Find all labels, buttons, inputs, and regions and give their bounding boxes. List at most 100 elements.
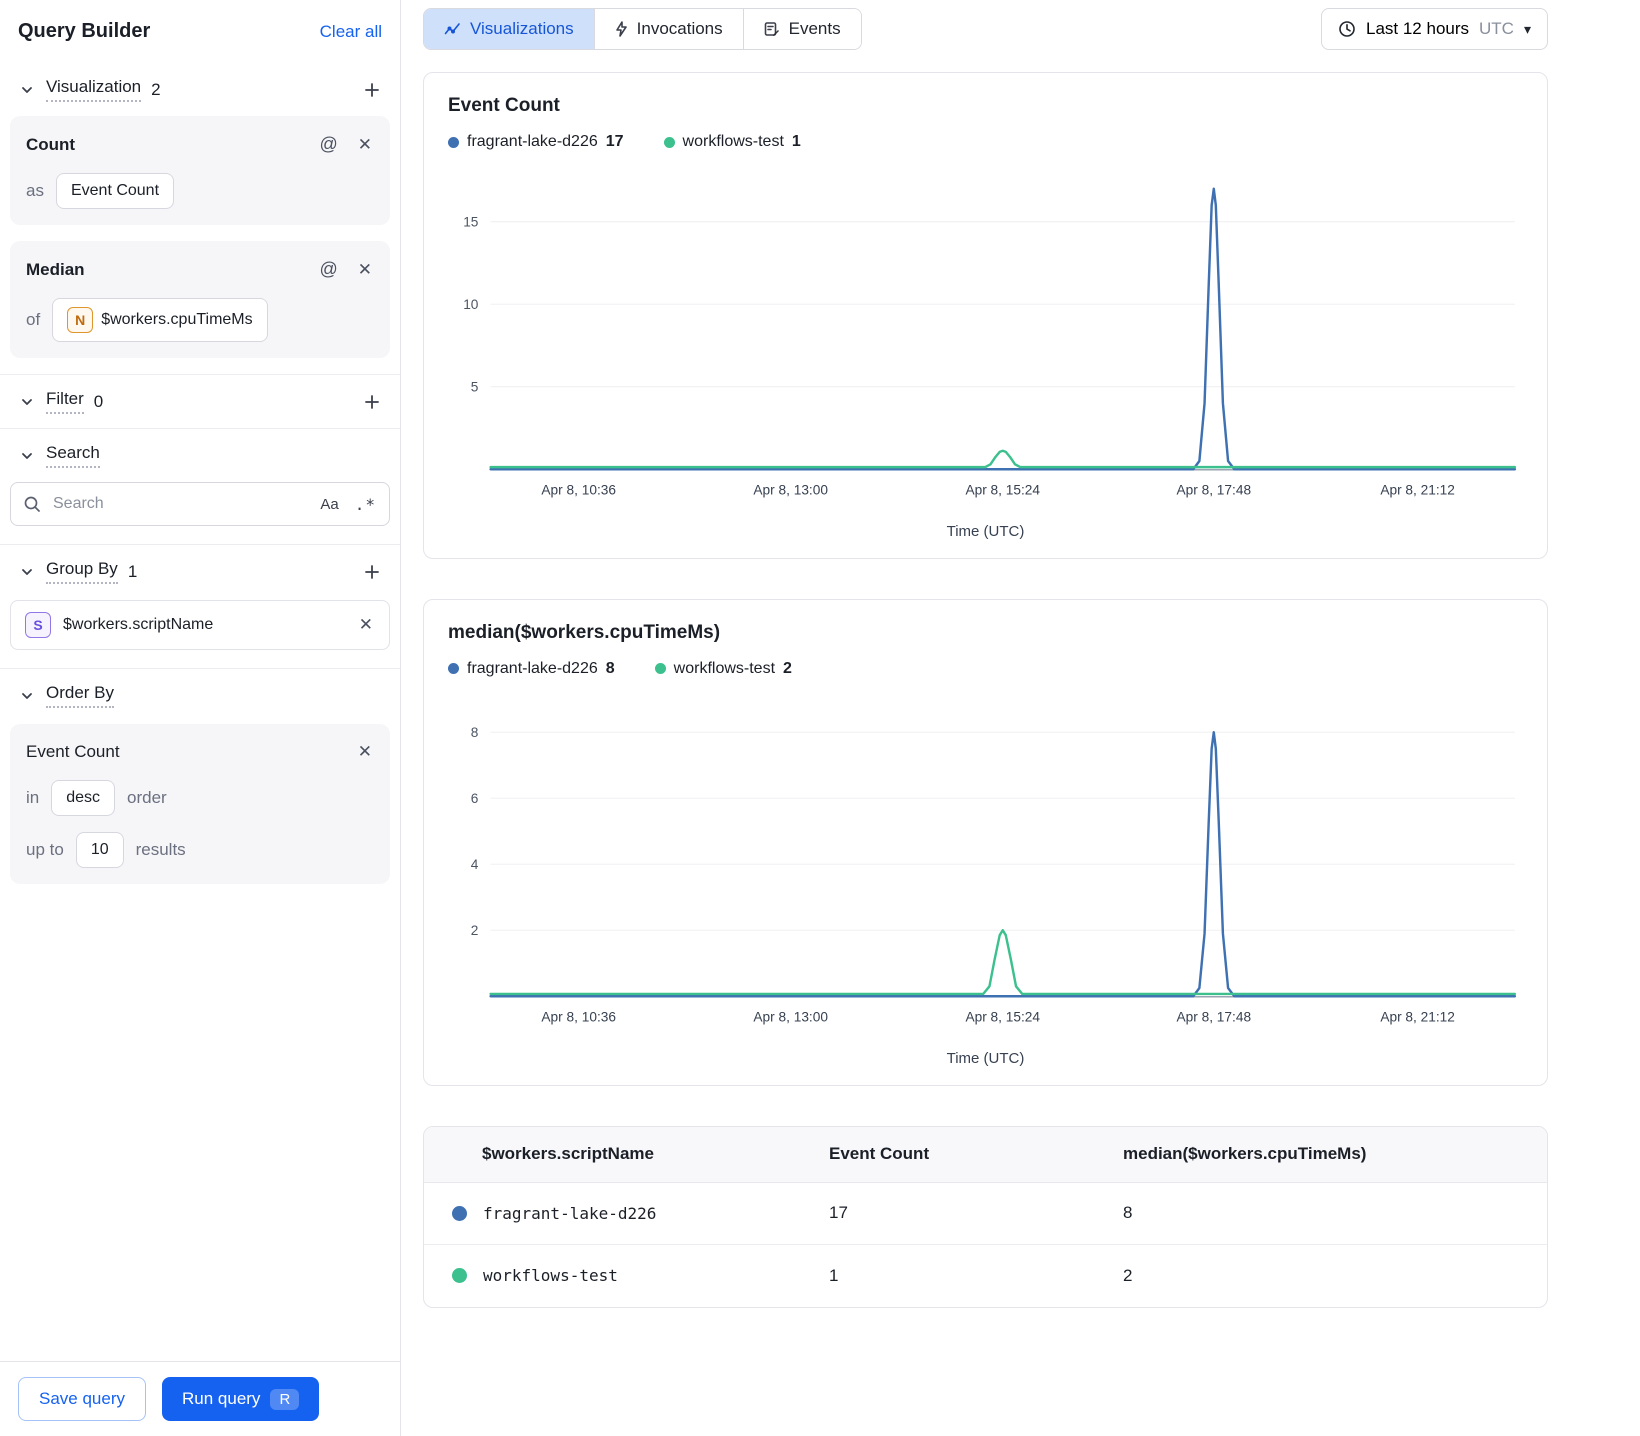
chevron-down-icon[interactable] <box>18 687 36 705</box>
chart-legend: fragrant-lake-d226 8 workflows-test 2 <box>448 660 1523 678</box>
search-section-label: Search <box>46 443 100 468</box>
series-dot <box>448 136 459 148</box>
tab-label: Visualizations <box>470 19 574 38</box>
chart-icon <box>444 22 460 34</box>
view-tabs: Visualizations Invocations Events <box>423 8 862 50</box>
chevron-down-icon[interactable] <box>18 563 36 581</box>
remove-order-by-icon[interactable]: ✕ <box>356 740 374 764</box>
order-direction-value: desc <box>66 789 101 806</box>
add-filter-button[interactable] <box>362 392 382 412</box>
tab-label: Events <box>788 19 841 38</box>
legend-value: 8 <box>605 659 615 677</box>
median-value: 2 <box>1123 1265 1133 1285</box>
chevron-down-icon[interactable] <box>18 447 36 465</box>
legend-value: 2 <box>783 659 792 677</box>
group-by-item[interactable]: S $workers.scriptName ✕ <box>10 600 390 650</box>
tab-visualizations[interactable]: Visualizations <box>424 9 594 49</box>
series-line-workflows-test <box>489 928 1517 995</box>
results-label: results <box>135 840 186 859</box>
y-tick: 15 <box>463 214 479 229</box>
series-dot <box>654 663 666 675</box>
legend-name: workflows-test <box>673 659 776 677</box>
remove-visualization-icon[interactable]: ✕ <box>356 133 374 157</box>
group-by-count: 1 <box>127 561 138 581</box>
events-icon <box>764 22 779 36</box>
number-field-badge: N <box>67 307 94 333</box>
field-chip-label: $workers.cpuTimeMs <box>101 311 253 328</box>
tab-events[interactable]: Events <box>742 9 861 49</box>
chevron-down-icon[interactable] <box>18 393 36 411</box>
median-field-chip[interactable]: N $workers.cpuTimeMs <box>52 298 268 342</box>
legend-item[interactable]: workflows-test 2 <box>654 659 792 678</box>
script-name: fragrant-lake-d226 <box>483 1203 657 1223</box>
as-label: as <box>26 181 44 200</box>
limit-value: 10 <box>90 841 109 858</box>
at-sign-icon[interactable]: @ <box>317 257 339 282</box>
time-range-tz: UTC <box>1479 19 1514 38</box>
script-name: workflows-test <box>483 1266 618 1286</box>
remove-visualization-icon[interactable]: ✕ <box>356 258 374 282</box>
series-dot <box>663 136 675 148</box>
legend-item[interactable]: fragrant-lake-d226 8 <box>448 660 615 678</box>
visualization-card-title: Count <box>26 134 76 154</box>
add-group-by-button[interactable] <box>362 562 382 582</box>
group-by-section-label: Group By <box>46 559 118 584</box>
y-tick: 6 <box>471 791 479 806</box>
x-tick: Apr 8, 10:36 <box>541 1009 616 1024</box>
in-label: in <box>26 788 40 807</box>
filter-count: 0 <box>93 391 104 411</box>
series-line-fragrant-lake <box>489 187 1517 471</box>
at-sign-icon[interactable]: @ <box>317 132 339 157</box>
legend-name: fragrant-lake-d226 <box>467 133 598 150</box>
save-query-button[interactable]: Save query <box>18 1377 146 1421</box>
chart-legend: fragrant-lake-d226 17 workflows-test 1 <box>448 133 1523 151</box>
visualization-card-title: Median <box>26 259 85 279</box>
visualization-section: Visualization 2 Count @ ✕ as Event Count <box>0 63 400 375</box>
x-tick: Apr 8, 13:00 <box>753 1009 828 1024</box>
of-label: of <box>26 310 41 329</box>
median-cputime-chart-card: median($workers.cpuTimeMs) fragrant-lake… <box>423 598 1548 1086</box>
table-row[interactable]: fragrant-lake-d226 17 8 <box>424 1183 1547 1245</box>
clear-all-button[interactable]: Clear all <box>320 22 382 42</box>
chart-title: Event Count <box>448 95 560 116</box>
chart-title: median($workers.cpuTimeMs) <box>448 621 721 643</box>
group-by-field-label: $workers.scriptName <box>63 616 214 633</box>
legend-item[interactable]: fragrant-lake-d226 17 <box>448 133 624 151</box>
legend-item[interactable]: workflows-test 1 <box>663 133 801 151</box>
legend-value: 1 <box>791 133 801 150</box>
run-query-button[interactable]: Run query R <box>162 1377 320 1421</box>
x-axis-label: Time (UTC) <box>946 1049 1025 1067</box>
legend-name: workflows-test <box>682 133 784 150</box>
run-query-shortcut: R <box>270 1388 300 1410</box>
event-count-alias-chip[interactable]: Event Count <box>55 173 175 209</box>
visualization-section-label: Visualization <box>46 77 142 102</box>
results-table: $workers.scriptName Event Count median($… <box>423 1125 1548 1308</box>
series-dot <box>448 663 459 675</box>
x-tick: Apr 8, 10:36 <box>541 483 616 498</box>
search-section: Search Aa .* <box>0 429 400 545</box>
y-tick: 2 <box>471 923 479 938</box>
limit-chip[interactable]: 10 <box>75 832 124 868</box>
y-tick: 8 <box>471 725 479 740</box>
remove-group-by-icon[interactable]: ✕ <box>357 613 375 637</box>
tab-invocations[interactable]: Invocations <box>593 9 743 49</box>
x-tick: Apr 8, 13:00 <box>753 483 828 498</box>
time-range-selector[interactable]: Last 12 hours UTC ▾ <box>1321 8 1548 50</box>
table-row[interactable]: workflows-test 1 2 <box>424 1245 1547 1307</box>
add-visualization-button[interactable] <box>362 80 382 100</box>
order-by-field: Event Count <box>26 742 120 761</box>
x-tick: Apr 8, 21:12 <box>1380 1009 1455 1024</box>
legend-name: fragrant-lake-d226 <box>467 659 598 677</box>
table-header-row: $workers.scriptName Event Count median($… <box>424 1126 1547 1183</box>
series-line-workflows-test <box>489 449 1517 469</box>
order-direction-chip[interactable]: desc <box>51 780 116 816</box>
regex-icon[interactable]: .* <box>353 493 378 516</box>
order-label: order <box>127 788 167 807</box>
median-line-chart: 8 6 4 2 Apr 8, 10:36 Apr 8, 13:00 Apr 8,… <box>471 725 1517 1024</box>
chevron-down-icon[interactable] <box>18 81 36 99</box>
group-by-section: Group By 1 S $workers.scriptName ✕ <box>0 545 400 669</box>
x-tick: Apr 8, 15:24 <box>965 1009 1040 1024</box>
event-count-value: 17 <box>829 1203 848 1223</box>
case-sensitive-icon[interactable]: Aa <box>318 494 340 515</box>
median-value: 8 <box>1123 1203 1133 1223</box>
